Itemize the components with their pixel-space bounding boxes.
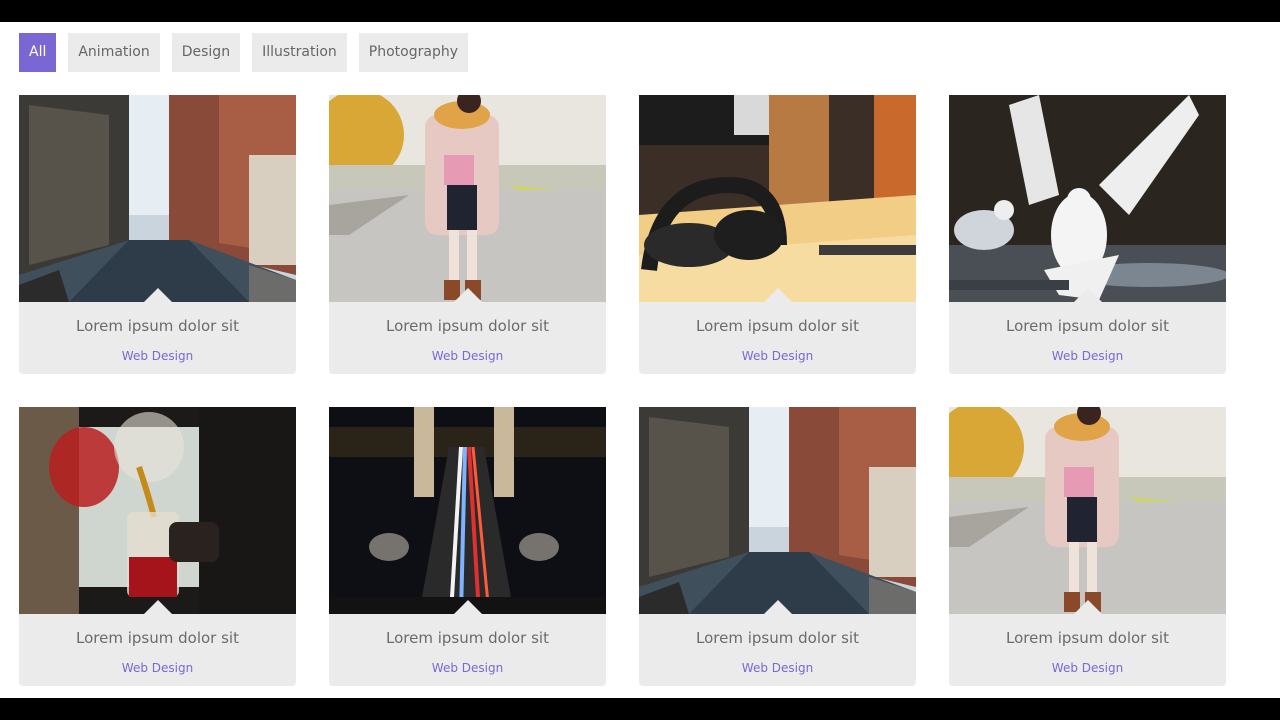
card-title: Lorem ipsum dolor sit	[696, 629, 859, 647]
card-title: Lorem ipsum dolor sit	[386, 629, 549, 647]
card-notch	[454, 288, 482, 302]
card-notch	[1074, 600, 1102, 614]
card-title: Lorem ipsum dolor sit	[1006, 317, 1169, 335]
card-notch	[764, 600, 792, 614]
portfolio-grid: Lorem ipsum dolor sit Web Design Lorem i…	[19, 95, 1226, 686]
portfolio-page: All Animation Design Illustration Photog…	[0, 22, 1280, 698]
city-street-photo	[19, 95, 296, 302]
card-notch	[144, 600, 172, 614]
filter-all-button[interactable]: All	[19, 33, 57, 72]
portfolio-card[interactable]: Lorem ipsum dolor sit Web Design	[19, 95, 296, 374]
filter-design-button[interactable]: Design	[171, 33, 241, 72]
card-notch	[454, 600, 482, 614]
portfolio-card[interactable]: Lorem ipsum dolor sit Web Design	[949, 95, 1226, 374]
filter-photography-button[interactable]: Photography	[358, 33, 468, 72]
card-title: Lorem ipsum dolor sit	[1006, 629, 1169, 647]
night-bridge-traffic-photo	[329, 407, 606, 614]
card-category-link[interactable]: Web Design	[19, 349, 296, 363]
card-title: Lorem ipsum dolor sit	[696, 317, 859, 335]
filter-bar: All Animation Design Illustration Photog…	[19, 33, 468, 72]
filter-illustration-button[interactable]: Illustration	[252, 33, 347, 72]
portfolio-card[interactable]: Lorem ipsum dolor sit Web Design	[329, 95, 606, 374]
headphones-desk-photo	[639, 95, 916, 302]
filter-animation-button[interactable]: Animation	[68, 33, 160, 72]
portfolio-card[interactable]: Lorem ipsum dolor sit Web Design	[639, 95, 916, 374]
card-category-link[interactable]: Web Design	[639, 661, 916, 675]
city-street-photo	[639, 407, 916, 614]
card-notch	[764, 288, 792, 302]
card-category-link[interactable]: Web Design	[19, 661, 296, 675]
woman-autumn-road-photo	[329, 95, 606, 302]
woman-autumn-road-photo	[949, 407, 1226, 614]
portfolio-card[interactable]: Lorem ipsum dolor sit Web Design	[639, 407, 916, 686]
card-category-link[interactable]: Web Design	[329, 661, 606, 675]
card-notch	[1074, 288, 1102, 302]
pouring-tea-jar-photo	[19, 407, 296, 614]
portfolio-card[interactable]: Lorem ipsum dolor sit Web Design	[329, 407, 606, 686]
portfolio-card[interactable]: Lorem ipsum dolor sit Web Design	[19, 407, 296, 686]
card-title: Lorem ipsum dolor sit	[386, 317, 549, 335]
card-category-link[interactable]: Web Design	[949, 349, 1226, 363]
card-category-link[interactable]: Web Design	[949, 661, 1226, 675]
card-category-link[interactable]: Web Design	[639, 349, 916, 363]
card-title: Lorem ipsum dolor sit	[76, 629, 239, 647]
card-title: Lorem ipsum dolor sit	[76, 317, 239, 335]
seagulls-photo	[949, 95, 1226, 302]
portfolio-card[interactable]: Lorem ipsum dolor sit Web Design	[949, 407, 1226, 686]
card-notch	[144, 288, 172, 302]
card-category-link[interactable]: Web Design	[329, 349, 606, 363]
